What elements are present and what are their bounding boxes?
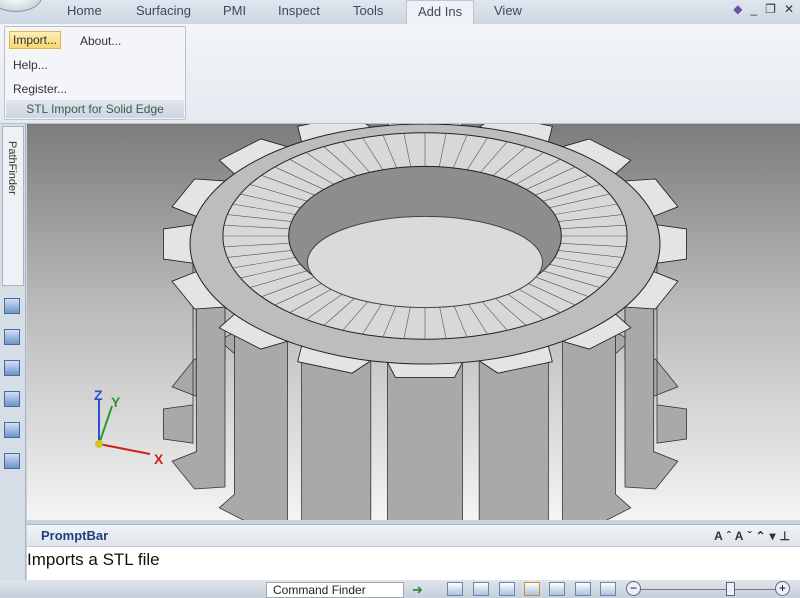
y-axis-label: Y	[111, 394, 121, 410]
tool-icon[interactable]	[4, 298, 20, 314]
stl-import-group: Import... About... Help... Register... S…	[4, 26, 186, 120]
left-sidebar: PathFinder	[0, 124, 26, 580]
feature-icon[interactable]	[4, 453, 20, 469]
library-icon[interactable]	[4, 422, 20, 438]
import-button[interactable]: Import...	[9, 31, 62, 49]
prompt-message: Imports a STL file	[27, 550, 160, 569]
go-icon[interactable]: ➜	[412, 582, 428, 597]
status-bar: Command Finder ➜ − +	[0, 580, 800, 598]
register-button[interactable]: Register...	[13, 82, 67, 96]
tab-tools[interactable]: Tools	[353, 3, 383, 18]
tab-surfacing[interactable]: Surfacing	[136, 3, 191, 18]
parts-icon[interactable]	[4, 360, 20, 376]
z-axis-label: Z	[94, 387, 103, 403]
zoom-slider-track[interactable]	[634, 589, 782, 590]
zoom-slider-thumb[interactable]	[726, 582, 736, 596]
zoom-out-button[interactable]: −	[626, 581, 641, 596]
restore-button[interactable]: ❐	[765, 2, 776, 16]
shaded-icon[interactable]	[575, 582, 591, 596]
minimize-button[interactable]: _	[750, 2, 757, 16]
ribbon-tabs: Home Surfacing PMI Inspect Tools Add Ins…	[0, 0, 800, 24]
pathfinder-label: PathFinder	[6, 141, 18, 195]
help-icon[interactable]: ◆	[733, 2, 742, 16]
tab-home[interactable]: Home	[67, 3, 102, 18]
group-label: STL Import for Solid Edge	[6, 100, 184, 118]
grid-icon[interactable]	[4, 391, 20, 407]
promptbar-title: PromptBar	[41, 528, 109, 543]
gear-tooth	[478, 346, 553, 554]
zoom-area-icon[interactable]	[447, 582, 463, 596]
command-finder-input[interactable]: Command Finder	[266, 582, 404, 598]
rotate-icon[interactable]	[549, 582, 565, 596]
x-axis-label: X	[154, 451, 164, 467]
coordinate-triad: Z Y X	[94, 387, 164, 467]
zoom-icon[interactable]	[473, 582, 489, 596]
prompt-bar: PromptBar AˆAˇ⌃▾⊥ Imports a STL file	[27, 524, 800, 580]
zoom-in-button[interactable]: +	[775, 581, 790, 596]
tab-pmi[interactable]: PMI	[223, 3, 246, 18]
gear-tooth	[387, 362, 463, 558]
tab-view[interactable]: View	[494, 3, 522, 18]
layers-icon[interactable]	[4, 329, 20, 345]
3d-viewport[interactable]: Z Y X	[27, 110, 800, 558]
pan-icon[interactable]	[524, 582, 540, 596]
fit-icon[interactable]	[499, 582, 515, 596]
gear-tooth	[297, 346, 372, 554]
application-button[interactable]	[0, 0, 42, 12]
close-button[interactable]: ✕	[784, 2, 794, 16]
wireframe-icon[interactable]	[600, 582, 616, 596]
help-button[interactable]: Help...	[13, 58, 48, 72]
tab-inspect[interactable]: Inspect	[278, 3, 320, 18]
pathfinder-tab[interactable]: PathFinder	[2, 126, 24, 286]
tab-add-ins[interactable]: Add Ins	[406, 0, 475, 24]
about-button[interactable]: About...	[80, 34, 121, 48]
promptbar-controls[interactable]: AˆAˇ⌃▾⊥	[714, 525, 794, 547]
